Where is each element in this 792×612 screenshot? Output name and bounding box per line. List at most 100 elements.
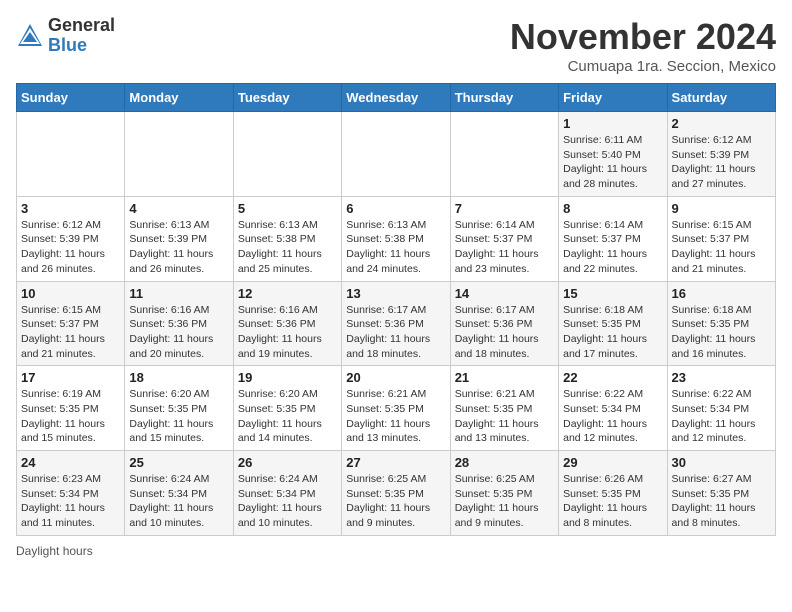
day-number: 4 [129,201,228,216]
daylight-label: Daylight hours [16,544,93,558]
calendar-cell: 27 Sunrise: 6:25 AM Sunset: 5:35 PM Dayli… [342,451,450,536]
day-info: Sunrise: 6:11 AM Sunset: 5:40 PM Dayligh… [563,133,662,192]
calendar-cell: 12 Sunrise: 6:16 AM Sunset: 5:36 PM Dayli… [233,281,341,366]
weekday-header-monday: Monday [125,84,233,112]
footer: Daylight hours [16,544,776,558]
calendar-cell: 9 Sunrise: 6:15 AM Sunset: 5:37 PM Daylig… [667,196,775,281]
day-number: 28 [455,455,554,470]
day-number: 9 [672,201,771,216]
calendar-body: 1Sunrise: 6:11 AM Sunset: 5:40 PM Daylig… [17,112,776,536]
day-info: Sunrise: 6:25 AM Sunset: 5:35 PM Dayligh… [346,472,445,531]
calendar-cell: 16 Sunrise: 6:18 AM Sunset: 5:35 PM Dayli… [667,281,775,366]
day-number: 13 [346,286,445,301]
day-number: 5 [238,201,337,216]
day-info: Sunrise: 6:12 AM Sunset: 5:39 PM Dayligh… [672,133,771,192]
calendar-week-row: 24 Sunrise: 6:23 AM Sunset: 5:34 PM Dayli… [17,451,776,536]
calendar-cell: 2Sunrise: 6:12 AM Sunset: 5:39 PM Daylig… [667,112,775,197]
day-number: 6 [346,201,445,216]
calendar-table: SundayMondayTuesdayWednesdayThursdayFrid… [16,83,776,536]
day-info: Sunrise: 6:13 AM Sunset: 5:39 PM Dayligh… [129,218,228,277]
month-title: November 2024 [510,16,776,58]
calendar-cell [450,112,558,197]
day-info: Sunrise: 6:14 AM Sunset: 5:37 PM Dayligh… [563,218,662,277]
day-info: Sunrise: 6:26 AM Sunset: 5:35 PM Dayligh… [563,472,662,531]
calendar-cell: 14 Sunrise: 6:17 AM Sunset: 5:36 PM Dayli… [450,281,558,366]
calendar-cell: 28Sunrise: 6:25 AM Sunset: 5:35 PM Dayli… [450,451,558,536]
calendar-cell: 21Sunrise: 6:21 AM Sunset: 5:35 PM Dayli… [450,366,558,451]
day-info: Sunrise: 6:13 AM Sunset: 5:38 PM Dayligh… [346,218,445,277]
day-info: Sunrise: 6:20 AM Sunset: 5:35 PM Dayligh… [129,387,228,446]
day-number: 16 [672,286,771,301]
title-block: November 2024 Cumuapa 1ra. Seccion, Mexi… [510,16,776,75]
day-info: Sunrise: 6:13 AM Sunset: 5:38 PM Dayligh… [238,218,337,277]
day-info: Sunrise: 6:15 AM Sunset: 5:37 PM Dayligh… [21,303,120,362]
day-number: 29 [563,455,662,470]
calendar-cell: 6 Sunrise: 6:13 AM Sunset: 5:38 PM Daylig… [342,196,450,281]
calendar-cell: 7 Sunrise: 6:14 AM Sunset: 5:37 PM Daylig… [450,196,558,281]
day-number: 30 [672,455,771,470]
calendar-cell: 13Sunrise: 6:17 AM Sunset: 5:36 PM Dayli… [342,281,450,366]
calendar-cell: 11 Sunrise: 6:16 AM Sunset: 5:36 PM Dayli… [125,281,233,366]
day-number: 12 [238,286,337,301]
calendar-cell [233,112,341,197]
day-info: Sunrise: 6:16 AM Sunset: 5:36 PM Dayligh… [129,303,228,362]
weekday-header-row: SundayMondayTuesdayWednesdayThursdayFrid… [17,84,776,112]
day-info: Sunrise: 6:17 AM Sunset: 5:36 PM Dayligh… [455,303,554,362]
calendar-cell: 26 Sunrise: 6:24 AM Sunset: 5:34 PM Dayli… [233,451,341,536]
calendar-cell: 4 Sunrise: 6:13 AM Sunset: 5:39 PM Daylig… [125,196,233,281]
calendar-cell [17,112,125,197]
day-number: 27 [346,455,445,470]
day-number: 8 [563,201,662,216]
calendar-cell: 22Sunrise: 6:22 AM Sunset: 5:34 PM Dayli… [559,366,667,451]
weekday-header-sunday: Sunday [17,84,125,112]
day-info: Sunrise: 6:27 AM Sunset: 5:35 PM Dayligh… [672,472,771,531]
calendar-cell: 23 Sunrise: 6:22 AM Sunset: 5:34 PM Dayli… [667,366,775,451]
calendar-cell: 25Sunrise: 6:24 AM Sunset: 5:34 PM Dayli… [125,451,233,536]
calendar-week-row: 3Sunrise: 6:12 AM Sunset: 5:39 PM Daylig… [17,196,776,281]
day-number: 14 [455,286,554,301]
calendar-header: SundayMondayTuesdayWednesdayThursdayFrid… [17,84,776,112]
day-info: Sunrise: 6:16 AM Sunset: 5:36 PM Dayligh… [238,303,337,362]
calendar-cell: 3Sunrise: 6:12 AM Sunset: 5:39 PM Daylig… [17,196,125,281]
day-info: Sunrise: 6:14 AM Sunset: 5:37 PM Dayligh… [455,218,554,277]
day-info: Sunrise: 6:21 AM Sunset: 5:35 PM Dayligh… [346,387,445,446]
calendar-cell: 10Sunrise: 6:15 AM Sunset: 5:37 PM Dayli… [17,281,125,366]
calendar-week-row: 1Sunrise: 6:11 AM Sunset: 5:40 PM Daylig… [17,112,776,197]
calendar-cell [342,112,450,197]
day-number: 7 [455,201,554,216]
day-number: 21 [455,370,554,385]
day-number: 23 [672,370,771,385]
day-info: Sunrise: 6:18 AM Sunset: 5:35 PM Dayligh… [563,303,662,362]
day-info: Sunrise: 6:24 AM Sunset: 5:34 PM Dayligh… [238,472,337,531]
day-number: 17 [21,370,120,385]
day-number: 11 [129,286,228,301]
day-info: Sunrise: 6:22 AM Sunset: 5:34 PM Dayligh… [563,387,662,446]
day-number: 26 [238,455,337,470]
calendar-cell: 29 Sunrise: 6:26 AM Sunset: 5:35 PM Dayli… [559,451,667,536]
weekday-header-wednesday: Wednesday [342,84,450,112]
logo-blue-text: Blue [48,35,87,55]
day-number: 25 [129,455,228,470]
weekday-header-thursday: Thursday [450,84,558,112]
day-number: 18 [129,370,228,385]
calendar-cell [125,112,233,197]
weekday-header-friday: Friday [559,84,667,112]
calendar-cell: 15Sunrise: 6:18 AM Sunset: 5:35 PM Dayli… [559,281,667,366]
day-number: 24 [21,455,120,470]
calendar-cell: 18 Sunrise: 6:20 AM Sunset: 5:35 PM Dayli… [125,366,233,451]
day-info: Sunrise: 6:23 AM Sunset: 5:34 PM Dayligh… [21,472,120,531]
calendar-cell: 1Sunrise: 6:11 AM Sunset: 5:40 PM Daylig… [559,112,667,197]
calendar-cell: 17Sunrise: 6:19 AM Sunset: 5:35 PM Dayli… [17,366,125,451]
day-info: Sunrise: 6:15 AM Sunset: 5:37 PM Dayligh… [672,218,771,277]
calendar-cell: 20 Sunrise: 6:21 AM Sunset: 5:35 PM Dayli… [342,366,450,451]
calendar-cell: 5 Sunrise: 6:13 AM Sunset: 5:38 PM Daylig… [233,196,341,281]
day-info: Sunrise: 6:20 AM Sunset: 5:35 PM Dayligh… [238,387,337,446]
weekday-header-tuesday: Tuesday [233,84,341,112]
calendar-cell: 19Sunrise: 6:20 AM Sunset: 5:35 PM Dayli… [233,366,341,451]
day-number: 20 [346,370,445,385]
day-info: Sunrise: 6:18 AM Sunset: 5:35 PM Dayligh… [672,303,771,362]
weekday-header-saturday: Saturday [667,84,775,112]
day-info: Sunrise: 6:12 AM Sunset: 5:39 PM Dayligh… [21,218,120,277]
calendar-cell: 30 Sunrise: 6:27 AM Sunset: 5:35 PM Dayli… [667,451,775,536]
day-info: Sunrise: 6:22 AM Sunset: 5:34 PM Dayligh… [672,387,771,446]
